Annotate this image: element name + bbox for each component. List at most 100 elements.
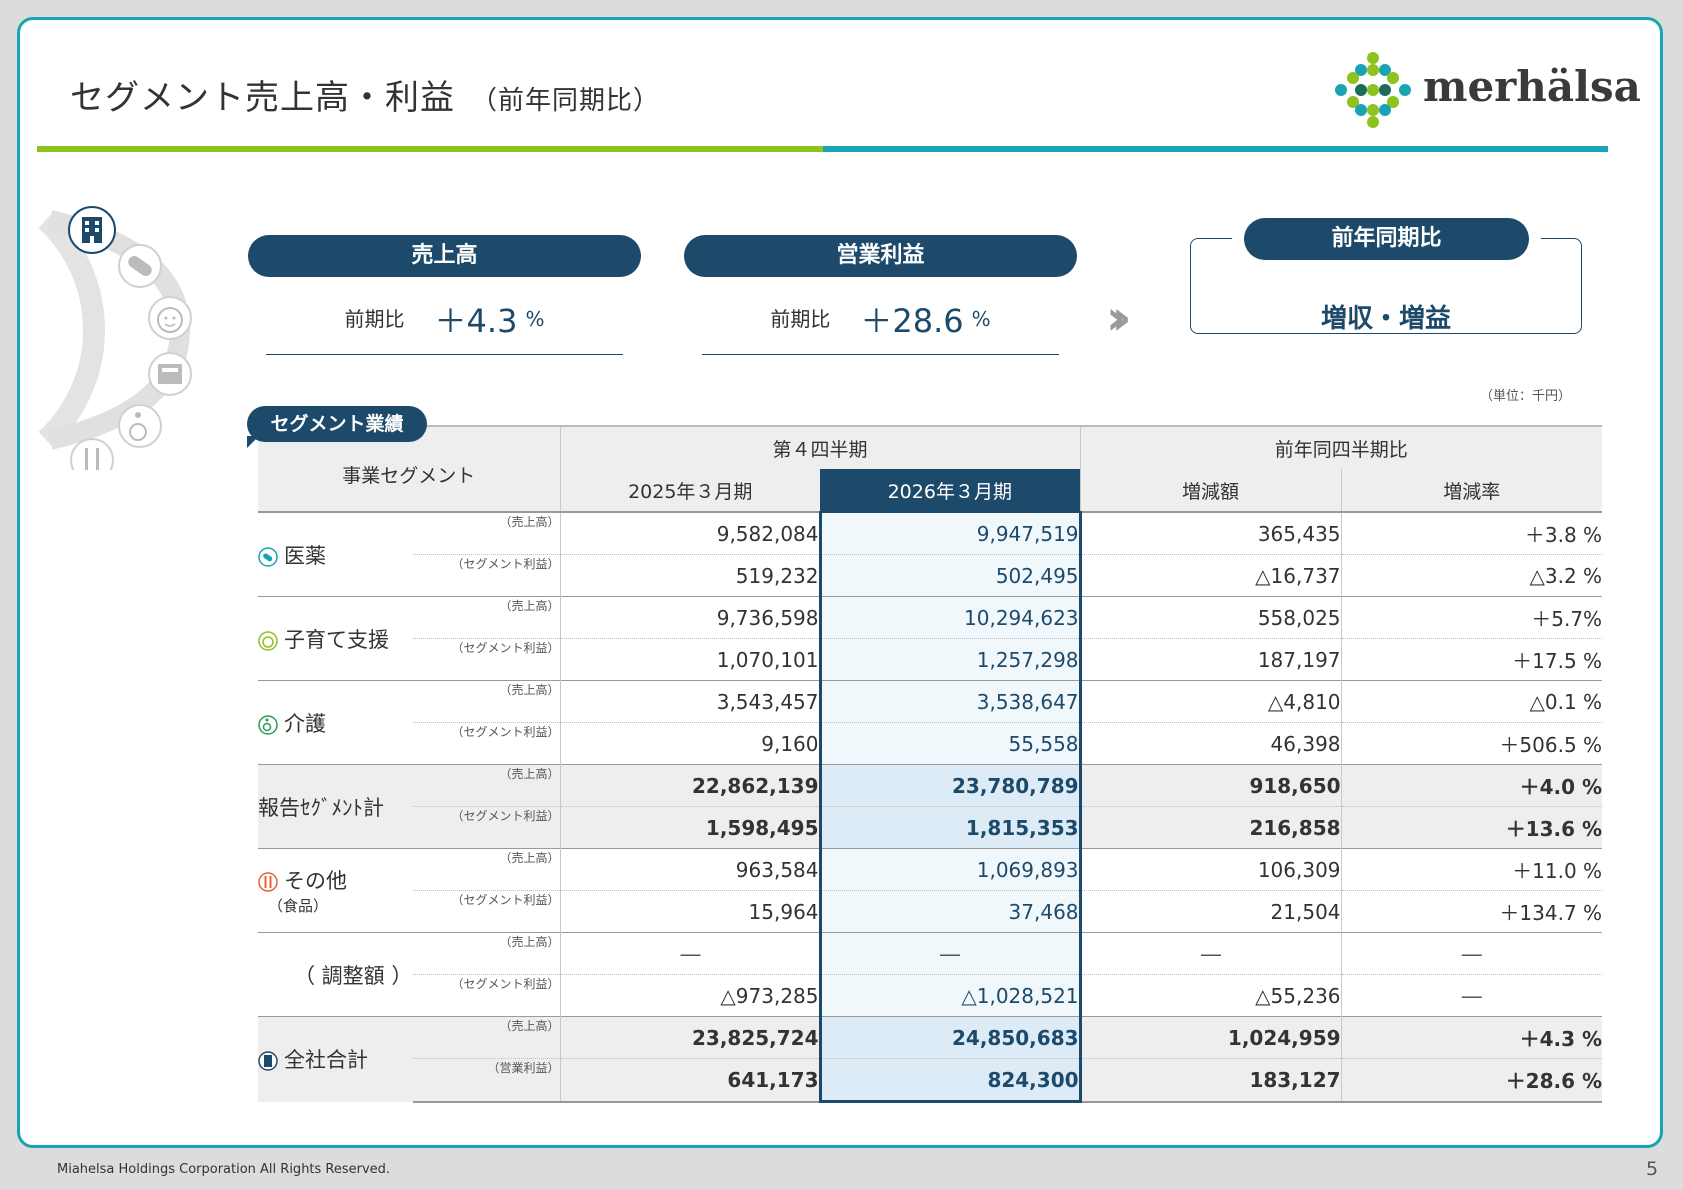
segment-results-tab: セグメント業績: [247, 406, 427, 442]
cell-diff: 365,435: [1080, 511, 1342, 555]
cell-cur: 24,850,683: [818, 1016, 1082, 1059]
segment-label: 全社合計: [284, 1048, 368, 1073]
cell-rate: ＋5.7%: [1340, 596, 1603, 639]
yoy-value: 増収・増益: [1320, 304, 1451, 334]
cell-rate: ＋4.0 %: [1340, 764, 1603, 807]
cell-rate: ―: [1340, 932, 1603, 975]
kind-label: （セグメント利益）: [413, 890, 561, 933]
cell-rate: ―: [1340, 974, 1603, 1017]
building-icon: [68, 206, 116, 254]
cell-cur: 1,069,893: [818, 848, 1082, 891]
cell-prev: 1,598,495: [559, 806, 821, 849]
header-rate: 増減率: [1340, 469, 1603, 513]
kind-label: （売上高）: [413, 511, 561, 555]
cell-prev: 1,070,101: [559, 638, 821, 681]
kpi-op-profit-unit: %: [971, 307, 991, 331]
kind-label: （売上高）: [413, 596, 561, 639]
title-sub: （前年同期比）: [471, 86, 661, 116]
cell-diff: 558,025: [1080, 596, 1342, 639]
cell-cur: 824,300: [818, 1058, 1082, 1103]
table-row: （セグメント利益） 1,598,495 1,815,353 216,858 ＋1…: [258, 806, 1603, 849]
kind-label: （営業利益）: [413, 1058, 561, 1103]
page-number: 5: [1646, 1158, 1659, 1180]
double-chevron-icon: ››: [1106, 290, 1131, 346]
kpi-op-profit-value: ＋28.6: [860, 302, 964, 340]
table-row: （ 調整額 ） （売上高） ― ― ― ―: [258, 932, 1603, 1017]
table-row: （セグメント利益） △973,285 △1,028,521 △55,236 ―: [258, 974, 1603, 1017]
cell-diff: ―: [1080, 932, 1342, 975]
cell-cur: 1,815,353: [818, 806, 1082, 849]
cell-prev: △973,285: [559, 974, 821, 1017]
kpi-sales-sublabel: 前期比: [344, 307, 405, 331]
kind-label: （セグメント利益）: [413, 638, 561, 681]
segment-label: 医薬: [284, 543, 326, 568]
segment-label: その他: [284, 869, 347, 893]
cell-rate: △0.1 %: [1340, 680, 1603, 723]
cell-prev: ―: [559, 932, 821, 975]
table-row: 介護 （売上高） 3,543,457 3,538,647 △4,810 △0.1…: [258, 680, 1603, 765]
segment-childcare: 子育て支援: [258, 596, 413, 681]
cell-rate: ＋17.5 %: [1340, 638, 1603, 681]
fork-spoon-icon: [70, 438, 114, 470]
segment-other: その他 （食品）: [258, 848, 413, 933]
cell-rate: △3.2 %: [1340, 554, 1603, 597]
table-row: 子育て支援 （売上高） 9,736,598 10,294,623 558,025…: [258, 596, 1603, 681]
segment-company-total: 全社合計: [258, 1016, 413, 1102]
kind-label: （セグメント利益）: [413, 722, 561, 765]
cell-cur: △1,028,521: [818, 974, 1082, 1017]
page-title: セグメント売上高・利益 （前年同期比）: [70, 70, 660, 119]
segment-tab-corner: [247, 436, 259, 448]
cell-prev: 963,584: [559, 848, 821, 891]
header-current-year: 2026年３月期: [820, 469, 1081, 513]
cell-diff: 216,858: [1080, 806, 1342, 849]
table-row: 報告ｾｸﾞﾒﾝﾄ計 （売上高） 22,862,139 23,780,789 91…: [258, 764, 1603, 849]
kind-label: （セグメント利益）: [413, 806, 561, 849]
cell-cur: 10,294,623: [818, 596, 1082, 639]
segment-reported-total: 報告ｾｸﾞﾒﾝﾄ計: [258, 764, 413, 849]
cell-rate: ＋134.7 %: [1340, 890, 1603, 933]
table-row: （セグメント利益） 519,232 502,495 △16,737 △3.2 %: [258, 554, 1603, 597]
cell-cur: ―: [818, 932, 1082, 975]
cell-prev: 9,582,084: [559, 511, 821, 555]
cell-prev: 9,736,598: [559, 596, 821, 639]
unit-note: （単位：千円）: [1480, 389, 1572, 404]
kpi-sales-row: 前期比 ＋4.3%: [266, 284, 623, 355]
header-prev-year: 2025年３月期: [559, 469, 821, 513]
cell-rate: ＋28.6 %: [1340, 1058, 1603, 1103]
kind-label: （売上高）: [413, 1016, 561, 1059]
footer-copyright: Miahelsa Holdings Corporation All Rights…: [57, 1162, 391, 1177]
kind-label: （セグメント利益）: [413, 554, 561, 597]
logo-text: merhälsa: [1423, 62, 1641, 111]
capsule-icon: [258, 546, 278, 567]
segment-care: 介護: [258, 680, 413, 765]
kpi-op-profit-row: 前期比 ＋28.6%: [702, 284, 1059, 355]
yoy-pill: 前年同期比: [1244, 218, 1529, 260]
child-face-icon: [258, 630, 278, 651]
cell-rate: ＋13.6 %: [1340, 806, 1603, 849]
cell-prev: 641,173: [559, 1058, 821, 1103]
cell-diff: 46,398: [1080, 722, 1342, 765]
header-rule-teal: [823, 146, 1608, 152]
cell-diff: 183,127: [1080, 1058, 1342, 1103]
header-yoy-quarter: 前年同四半期比: [1079, 425, 1603, 469]
cell-rate: ＋4.3 %: [1340, 1016, 1603, 1059]
cell-diff: 187,197: [1080, 638, 1342, 681]
kind-label: （売上高）: [413, 848, 561, 891]
cell-prev: 519,232: [559, 554, 821, 597]
kpi-sales-value: ＋4.3: [434, 302, 518, 340]
cell-rate: ＋3.8 %: [1340, 511, 1603, 555]
cell-cur: 23,780,789: [818, 764, 1082, 807]
cell-diff: 106,309: [1080, 848, 1342, 891]
kind-label: （売上高）: [413, 932, 561, 975]
cell-rate: ＋11.0 %: [1340, 848, 1603, 891]
package-icon: [148, 352, 192, 396]
cell-prev: 15,964: [559, 890, 821, 933]
kind-label: （売上高）: [413, 764, 561, 807]
cell-cur: 55,558: [818, 722, 1082, 765]
kpi-op-profit-sublabel: 前期比: [770, 307, 831, 331]
side-icon-rail: [38, 206, 192, 470]
cell-cur: 9,947,519: [818, 511, 1082, 555]
cell-cur: 1,257,298: [818, 638, 1082, 681]
segment-table: 事業セグメント 第４四半期 前年同四半期比 2025年３月期 2026年３月期 …: [258, 425, 1603, 1103]
wheelchair-icon: [258, 714, 278, 735]
